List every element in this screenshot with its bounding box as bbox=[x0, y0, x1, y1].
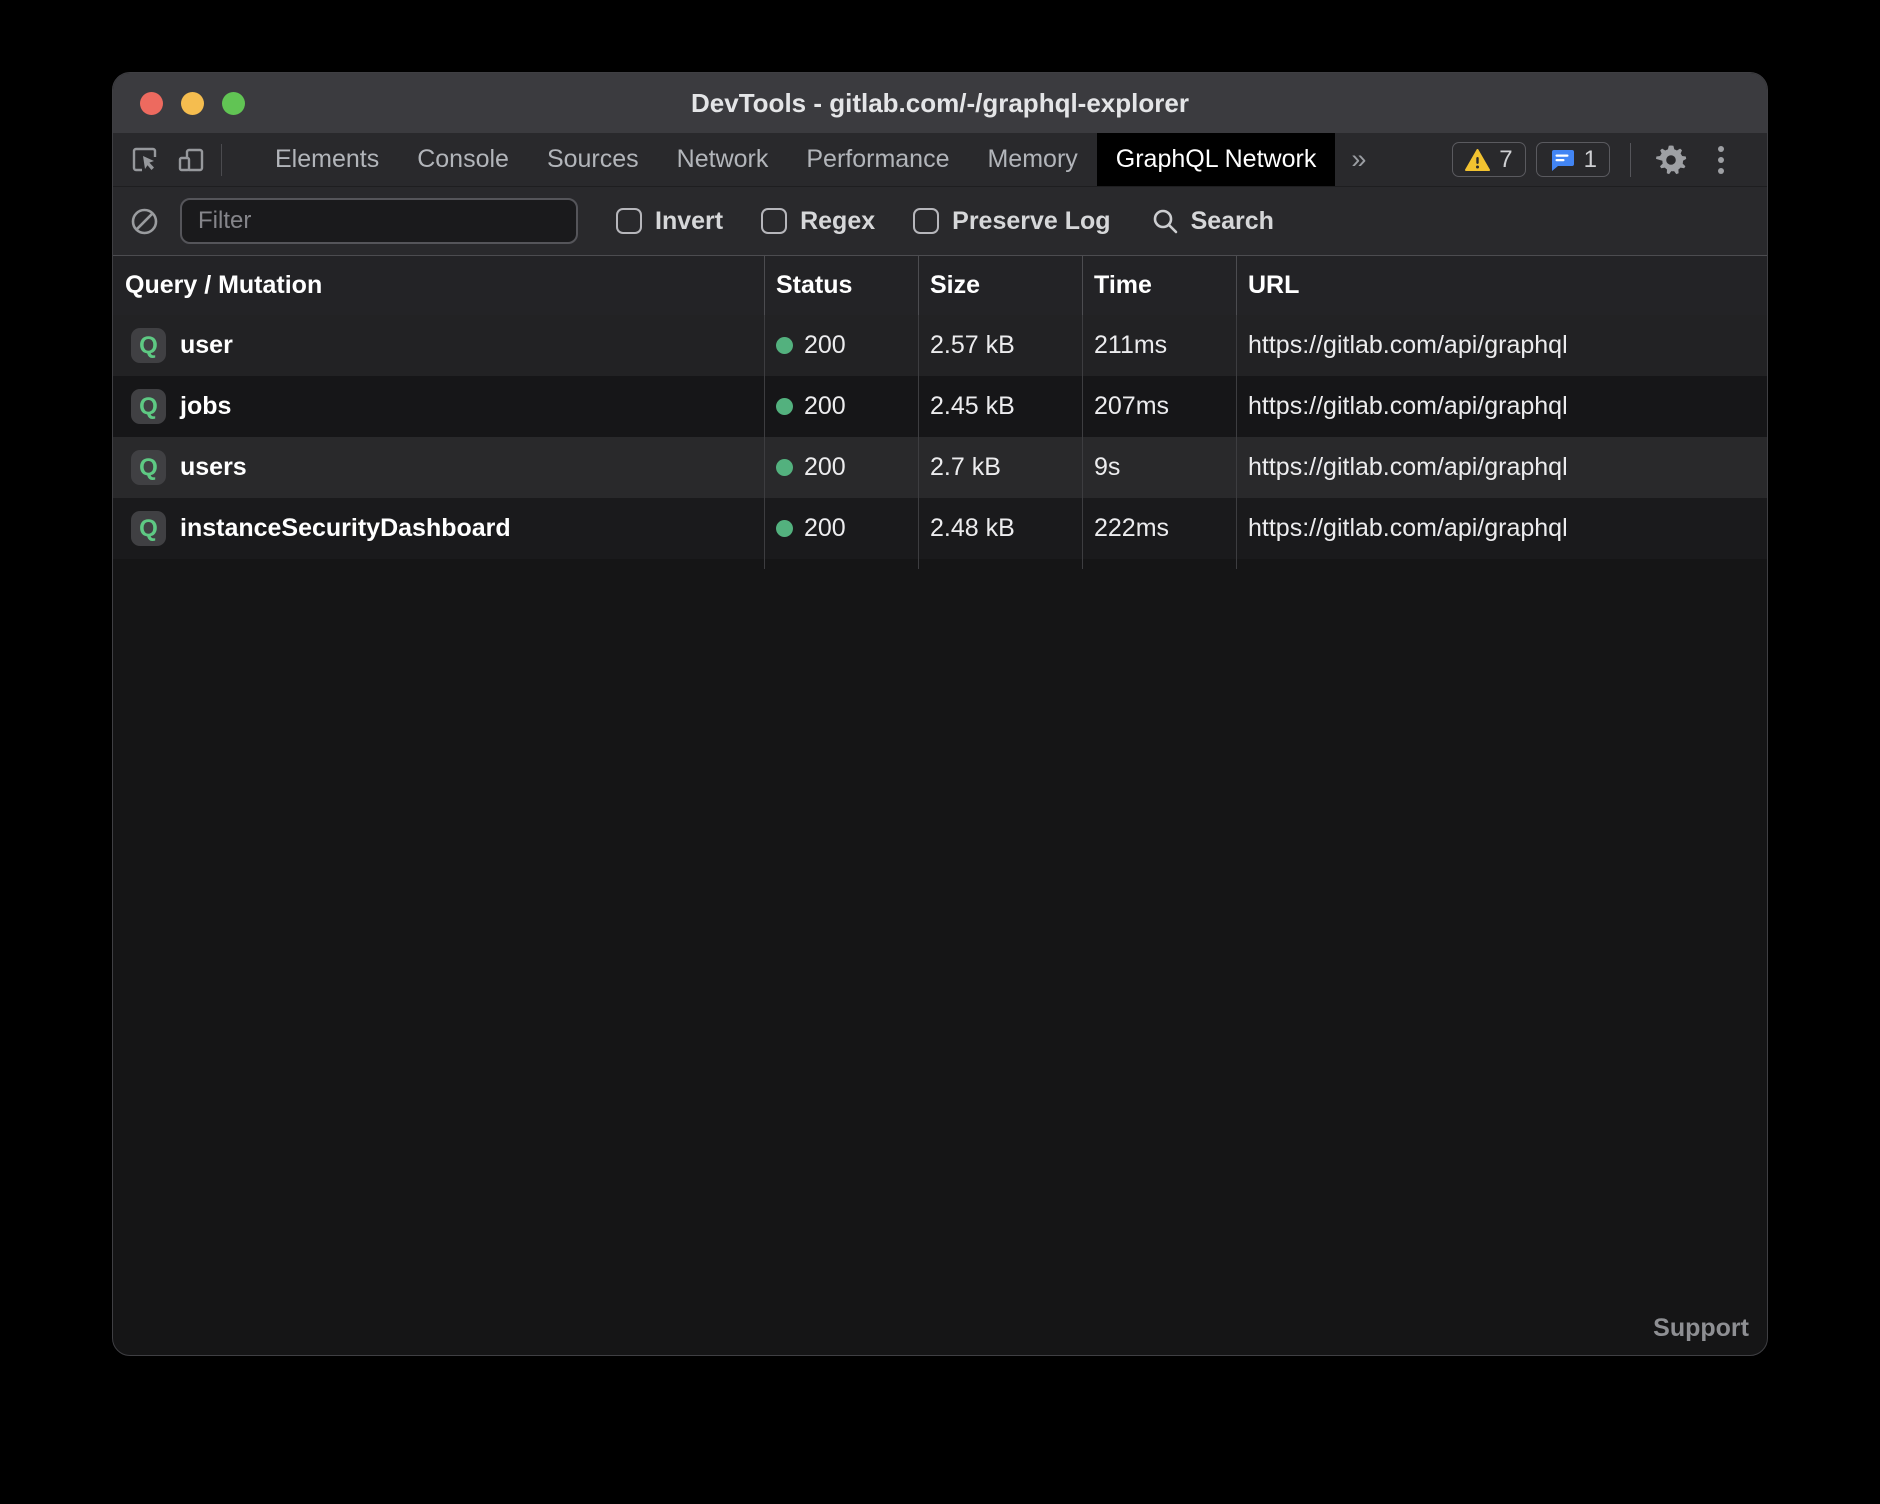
time-value: 207ms bbox=[1082, 376, 1236, 437]
tab-elements[interactable]: Elements bbox=[256, 133, 398, 186]
table-body: Q user 200 2.57 kB 211ms https://gitlab.… bbox=[113, 315, 1767, 569]
zoom-button[interactable] bbox=[222, 92, 245, 115]
chevron-double-right-icon: » bbox=[1351, 144, 1366, 175]
size-value: 2.48 kB bbox=[918, 498, 1082, 559]
invert-label: Invert bbox=[655, 207, 723, 236]
url-value: https://gitlab.com/api/graphql bbox=[1236, 315, 1767, 376]
issues-badge[interactable]: 1 bbox=[1536, 142, 1610, 177]
inspect-element-button[interactable] bbox=[129, 144, 161, 176]
status-dot-icon bbox=[776, 520, 793, 537]
support-link[interactable]: Support bbox=[1653, 1314, 1749, 1343]
status-code: 200 bbox=[804, 453, 846, 482]
toolbar-icons bbox=[113, 133, 236, 186]
chat-icon bbox=[1549, 148, 1575, 172]
invert-checkbox-group[interactable]: Invert bbox=[616, 207, 723, 236]
tab-console[interactable]: Console bbox=[398, 133, 528, 186]
search-button[interactable]: Search bbox=[1151, 207, 1274, 236]
warnings-badge[interactable]: 7 bbox=[1452, 142, 1525, 177]
more-options-button[interactable] bbox=[1701, 140, 1741, 180]
size-value: 2.57 kB bbox=[918, 315, 1082, 376]
devtools-window: DevTools - gitlab.com/-/graphql-explorer bbox=[112, 72, 1768, 1356]
tab-performance[interactable]: Performance bbox=[787, 133, 968, 186]
column-separator-stub bbox=[113, 559, 1767, 569]
panel-tabs: Elements Console Sources Network Perform… bbox=[256, 133, 1382, 186]
window-titlebar[interactable]: DevTools - gitlab.com/-/graphql-explorer bbox=[113, 73, 1767, 133]
regex-checkbox[interactable] bbox=[761, 208, 787, 234]
column-header-time: Time bbox=[1082, 256, 1236, 315]
table-row[interactable]: Q user 200 2.57 kB 211ms https://gitlab.… bbox=[113, 315, 1767, 376]
size-value: 2.7 kB bbox=[918, 437, 1082, 498]
column-header-url: URL bbox=[1236, 256, 1767, 315]
status-dot-icon bbox=[776, 337, 793, 354]
network-filter-bar: Invert Regex Preserve Log Search bbox=[113, 187, 1767, 255]
gear-icon bbox=[1655, 144, 1687, 176]
column-header-size: Size bbox=[918, 256, 1082, 315]
warning-count: 7 bbox=[1499, 146, 1512, 174]
badges-separator bbox=[1630, 143, 1631, 177]
tab-graphql-network[interactable]: GraphQL Network bbox=[1097, 133, 1336, 186]
more-tabs-button[interactable]: » bbox=[1335, 133, 1382, 186]
table-row[interactable]: Q users 200 2.7 kB 9s https://gitlab.com… bbox=[113, 437, 1767, 498]
table-empty-area: Support bbox=[113, 569, 1767, 1355]
tab-memory[interactable]: Memory bbox=[968, 133, 1096, 186]
search-label: Search bbox=[1191, 207, 1274, 236]
query-name: instanceSecurityDashboard bbox=[180, 514, 511, 543]
window-title: DevTools - gitlab.com/-/graphql-explorer bbox=[113, 88, 1767, 119]
size-value: 2.45 kB bbox=[918, 376, 1082, 437]
tabbar-right-controls: 7 1 bbox=[1452, 133, 1767, 186]
block-icon bbox=[131, 208, 158, 235]
query-name: user bbox=[180, 331, 233, 360]
close-button[interactable] bbox=[140, 92, 163, 115]
query-type-badge: Q bbox=[131, 328, 166, 363]
query-type-badge: Q bbox=[131, 450, 166, 485]
regex-label: Regex bbox=[800, 207, 875, 236]
kebab-menu-icon bbox=[1718, 146, 1724, 174]
status-code: 200 bbox=[804, 392, 846, 421]
settings-button[interactable] bbox=[1651, 140, 1691, 180]
preserve-log-checkbox-group[interactable]: Preserve Log bbox=[913, 207, 1110, 236]
device-toolbar-icon bbox=[176, 145, 206, 175]
column-header-status: Status bbox=[764, 256, 918, 315]
query-type-badge: Q bbox=[131, 389, 166, 424]
clear-log-button[interactable] bbox=[131, 208, 158, 235]
table-header: Query / Mutation Status Size Time URL bbox=[113, 255, 1767, 315]
time-value: 9s bbox=[1082, 437, 1236, 498]
table-row[interactable]: Q jobs 200 2.45 kB 207ms https://gitlab.… bbox=[113, 376, 1767, 437]
search-icon bbox=[1151, 207, 1179, 235]
tab-sources[interactable]: Sources bbox=[528, 133, 658, 186]
status-code: 200 bbox=[804, 514, 846, 543]
preserve-log-checkbox[interactable] bbox=[913, 208, 939, 234]
table-row[interactable]: Q instanceSecurityDashboard 200 2.48 kB … bbox=[113, 498, 1767, 559]
time-value: 211ms bbox=[1082, 315, 1236, 376]
toolbar-separator bbox=[221, 144, 222, 176]
tab-network[interactable]: Network bbox=[658, 133, 788, 186]
filter-input[interactable] bbox=[180, 198, 578, 244]
inspect-icon bbox=[130, 145, 160, 175]
status-dot-icon bbox=[776, 459, 793, 476]
traffic-lights bbox=[140, 92, 245, 115]
issues-count: 1 bbox=[1584, 146, 1597, 174]
url-value: https://gitlab.com/api/graphql bbox=[1236, 376, 1767, 437]
url-value: https://gitlab.com/api/graphql bbox=[1236, 437, 1767, 498]
time-value: 222ms bbox=[1082, 498, 1236, 559]
device-toolbar-button[interactable] bbox=[175, 144, 207, 176]
query-name: jobs bbox=[180, 392, 231, 421]
regex-checkbox-group[interactable]: Regex bbox=[761, 207, 875, 236]
devtools-tabbar: Elements Console Sources Network Perform… bbox=[113, 133, 1767, 187]
column-header-query-mutation: Query / Mutation bbox=[113, 256, 764, 315]
invert-checkbox[interactable] bbox=[616, 208, 642, 234]
minimize-button[interactable] bbox=[181, 92, 204, 115]
query-name: users bbox=[180, 453, 247, 482]
status-code: 200 bbox=[804, 331, 846, 360]
url-value: https://gitlab.com/api/graphql bbox=[1236, 498, 1767, 559]
preserve-log-label: Preserve Log bbox=[952, 207, 1110, 236]
warning-icon bbox=[1465, 149, 1490, 171]
status-dot-icon bbox=[776, 398, 793, 415]
query-type-badge: Q bbox=[131, 511, 166, 546]
